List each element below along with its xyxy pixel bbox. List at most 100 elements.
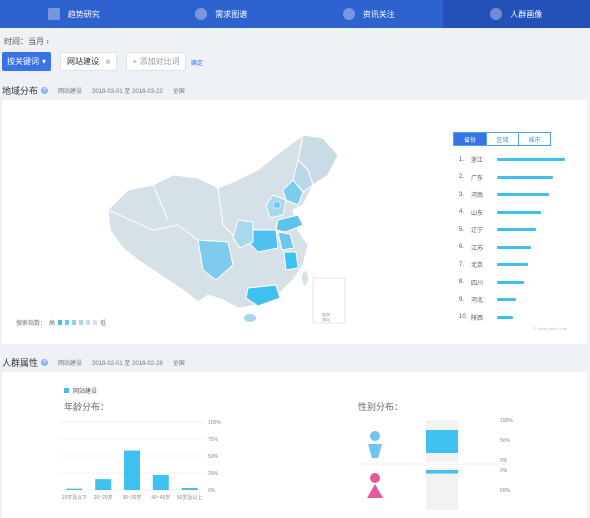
region-tabs: 省份 区域 城市 — [453, 132, 551, 146]
ranking-row[interactable]: 1. 浙江 — [459, 151, 565, 169]
add-compare-button[interactable]: + 添加对比词 — [126, 52, 186, 71]
province-ranking: 1. 浙江 2. 广东 3. 河南 4. 山东 5. 辽宁 6. 江苏 7. 北京 8. 四川 9. 河北 10. 陕… — [459, 151, 565, 326]
ranking-province: 四川 — [471, 280, 484, 287]
age-bar[interactable] — [152, 475, 169, 490]
people-title: 人群属性 — [2, 358, 39, 368]
female-bar — [426, 470, 458, 474]
sun-icon — [195, 8, 208, 20]
tab-demand-map[interactable]: 需求图谱 — [148, 0, 296, 28]
tab-news-focus[interactable]: 资讯关注 — [295, 0, 443, 28]
ranking-row[interactable]: 5. 辽宁 — [459, 221, 565, 239]
people-legend: 网站建设 — [64, 386, 97, 395]
ranking-province: 陕西 — [471, 315, 484, 322]
inset-label-2: 诸岛 — [322, 316, 330, 322]
map-scale-legend: 搜索指数： 高 低 — [16, 318, 106, 327]
ranking-bar — [497, 315, 514, 319]
users-icon — [490, 8, 503, 20]
ranking-province: 江苏 — [471, 245, 484, 252]
ranking-province: 河南 — [471, 193, 484, 200]
people-header: 人群属性 ? 网站建设 2018-02-01 至 2018-02-28 全国 — [2, 356, 185, 369]
keyword-chip[interactable]: 网站建设 ⊗ — [60, 52, 117, 71]
male-icon-body — [368, 444, 382, 458]
y-tick-label: 100% — [500, 418, 513, 424]
ranking-bar — [497, 228, 537, 232]
age-bar[interactable] — [95, 479, 112, 490]
tab-label: 趋势研究 — [67, 9, 100, 19]
ranking-number: 9. — [459, 296, 465, 303]
clear-icon[interactable]: ⊗ — [105, 58, 111, 66]
scale-swatch — [79, 320, 84, 325]
ranking-row[interactable]: 9. 河北 — [459, 291, 565, 309]
ranking-province: 北京 — [471, 263, 484, 270]
scale-swatch — [93, 320, 98, 325]
scale-label: 搜索指数： — [16, 321, 47, 327]
ranking-bar — [497, 280, 524, 284]
scale-swatch — [72, 320, 77, 325]
people-date-range: 2018-02-01 至 2018-02-28 — [92, 361, 163, 367]
moon-icon — [342, 8, 355, 20]
x-tick-label: 19岁及以下 — [62, 494, 88, 501]
tab-province[interactable]: 省份 — [454, 133, 486, 145]
ranking-bar — [497, 175, 553, 179]
chart-icon — [47, 8, 60, 20]
age-title: 年龄分布： — [64, 402, 110, 412]
ranking-row[interactable]: 4. 山东 — [459, 204, 565, 222]
gender-chart: 100% 50% 0% 0% 50% — [360, 418, 513, 510]
age-bar[interactable] — [181, 487, 198, 490]
ranking-bar — [497, 210, 542, 214]
scale-swatch — [58, 320, 63, 325]
caret-down-icon: ▾ — [41, 57, 46, 66]
x-tick-label: 20~29岁 — [94, 494, 113, 501]
tab-city[interactable]: 城市 — [518, 133, 550, 145]
ranking-row[interactable]: 8. 四川 — [459, 274, 565, 292]
female-icon-body — [367, 484, 383, 498]
watermark: © index.baidu.com — [534, 326, 568, 331]
gender-title: 性别分布： — [358, 402, 404, 412]
scale-swatch — [65, 320, 70, 325]
y-tick-label: 100% — [208, 420, 221, 426]
keyword-text: 网站建设 — [67, 57, 99, 66]
people-keyword: 网站建设 — [58, 361, 83, 367]
region-header: 地域分布 ? 网站建设 2018-03-01 至 2018-03-22 全国 — [2, 84, 185, 97]
y-tick-label: 0% — [208, 488, 216, 494]
ranking-row[interactable]: 7. 北京 — [459, 256, 565, 274]
province-zhejiang — [283, 251, 299, 271]
region-title: 地域分布 — [2, 86, 39, 96]
region-keyword: 网站建设 — [58, 89, 83, 95]
ranking-number: 8. — [459, 279, 465, 286]
help-icon[interactable]: ? — [41, 359, 49, 366]
ranking-province: 河北 — [471, 298, 484, 305]
by-keyword-button[interactable]: 按关键词 ▾ — [2, 52, 51, 71]
y-tick-label: 50% — [208, 454, 219, 460]
ranking-number: 1. — [459, 156, 465, 163]
region-panel: 南海 诸岛 搜索指数： 高 低 省份 区域 城市 1. 浙江 2. 广东 3. 河南 4. 山… — [2, 100, 587, 344]
by-keyword-label: 按关键词 — [6, 57, 39, 66]
ranking-province: 山东 — [471, 210, 484, 217]
tab-trend-research[interactable]: 趋势研究 — [0, 0, 148, 28]
map-svg: 南海 诸岛 — [107, 134, 346, 324]
china-map: 南海 诸岛 — [98, 130, 368, 327]
ranking-row[interactable]: 10. 陕西 — [459, 309, 565, 327]
ranking-row[interactable]: 6. 江苏 — [459, 239, 565, 257]
tab-label: 人群画像 — [510, 9, 543, 19]
ranking-row[interactable]: 2. 广东 — [459, 169, 565, 187]
ranking-bar — [497, 245, 531, 249]
y-tick-label: 50% — [500, 488, 511, 494]
tab-label: 资讯关注 — [362, 9, 395, 19]
tab-area[interactable]: 区域 — [486, 133, 518, 145]
region-date-range: 2018-03-01 至 2018-03-22 — [92, 89, 163, 95]
help-icon[interactable]: ? — [41, 87, 49, 94]
legend-swatch — [64, 388, 69, 393]
time-filter[interactable]: 时间：当月 › — [4, 36, 49, 47]
x-tick-label: 40~49岁 — [151, 494, 170, 501]
ranking-number: 6. — [459, 244, 465, 251]
ranking-number: 10. — [459, 314, 468, 321]
ranking-row[interactable]: 3. 河南 — [459, 186, 565, 204]
age-bar[interactable] — [66, 488, 83, 490]
y-tick-label: 50% — [500, 438, 511, 444]
confirm-link[interactable]: 确定 — [191, 58, 203, 67]
people-scope: 全国 — [172, 361, 185, 367]
tab-crowd-portrait[interactable]: 人群画像 — [442, 0, 590, 28]
age-bar[interactable] — [124, 450, 140, 490]
y-tick-label: 75% — [208, 437, 219, 443]
